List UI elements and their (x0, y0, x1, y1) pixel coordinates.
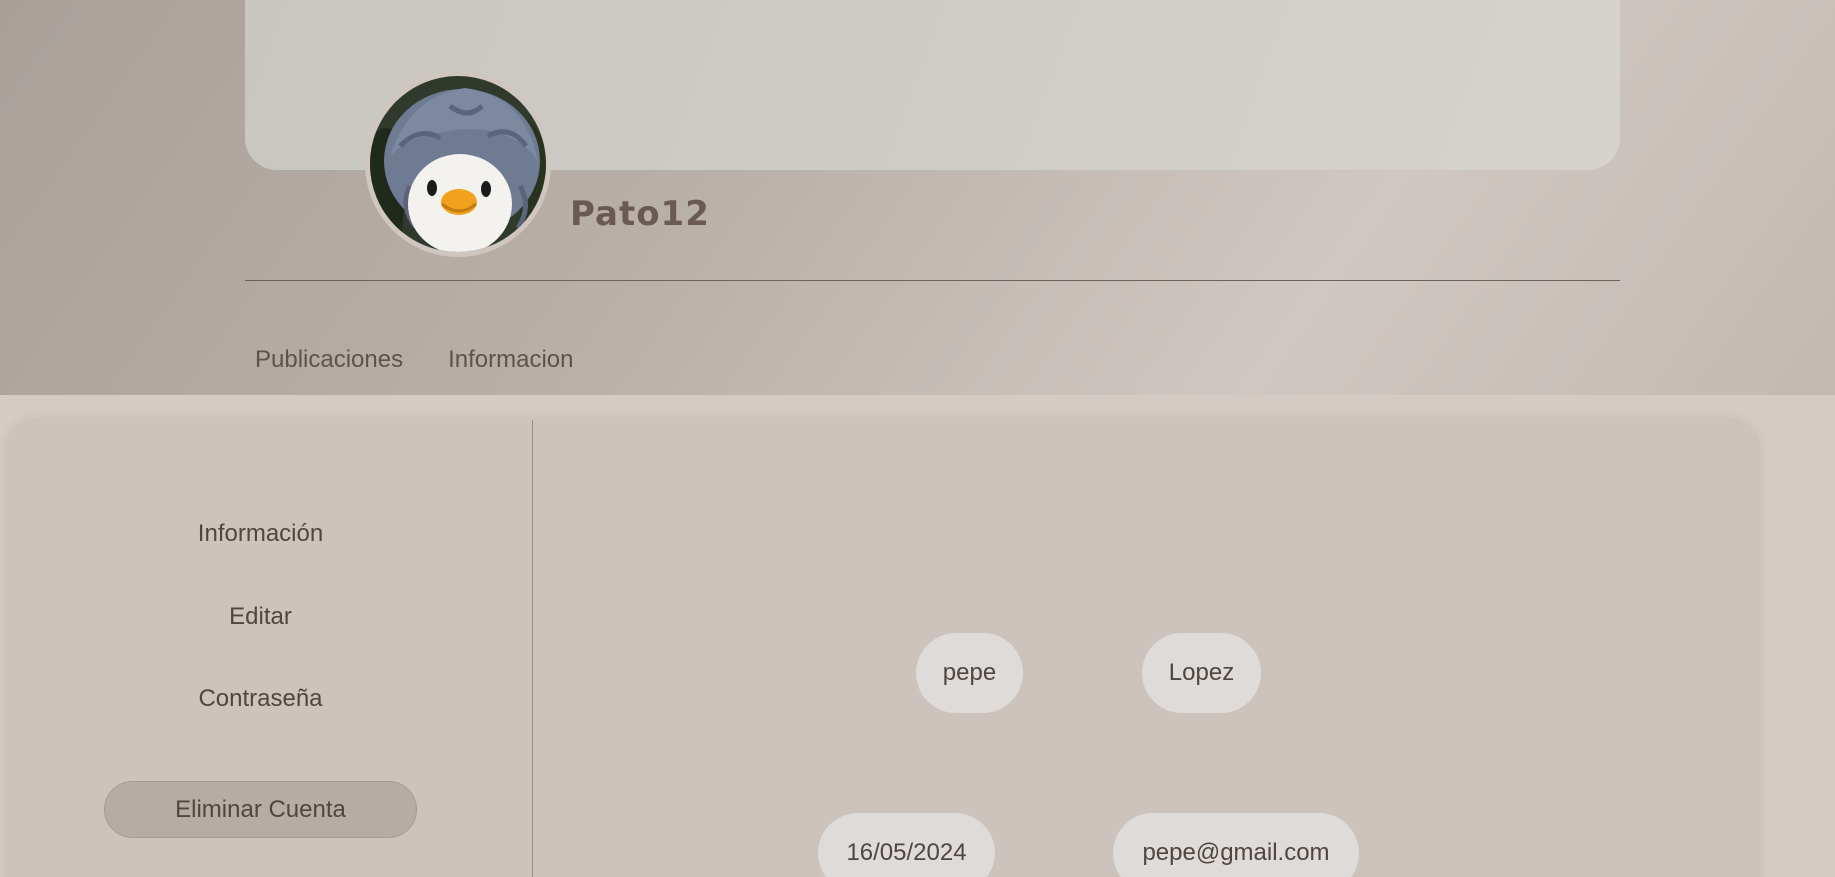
profile-tabs: Publicaciones Informacion (255, 346, 573, 374)
delete-account-button[interactable]: Eliminar Cuenta (104, 781, 417, 838)
sidebar-item-editar[interactable]: Editar (8, 603, 513, 631)
sidebar-item-informacion[interactable]: Información (8, 520, 513, 548)
first-name-field: pepe (916, 633, 1023, 713)
sidebar-item-contrasena[interactable]: Contraseña (8, 685, 513, 713)
last-name-field: Lopez (1142, 633, 1261, 713)
header-divider (245, 280, 1620, 281)
email-field: pepe@gmail.com (1113, 813, 1359, 877)
profile-username: Pato12 (570, 194, 710, 234)
date-field: 16/05/2024 (818, 813, 995, 877)
avatar[interactable] (365, 71, 551, 257)
panel-separator (532, 420, 533, 877)
tab-informacion[interactable]: Informacion (448, 346, 573, 374)
duck-plush-avatar-image (370, 76, 546, 252)
tab-publicaciones[interactable]: Publicaciones (255, 346, 403, 374)
